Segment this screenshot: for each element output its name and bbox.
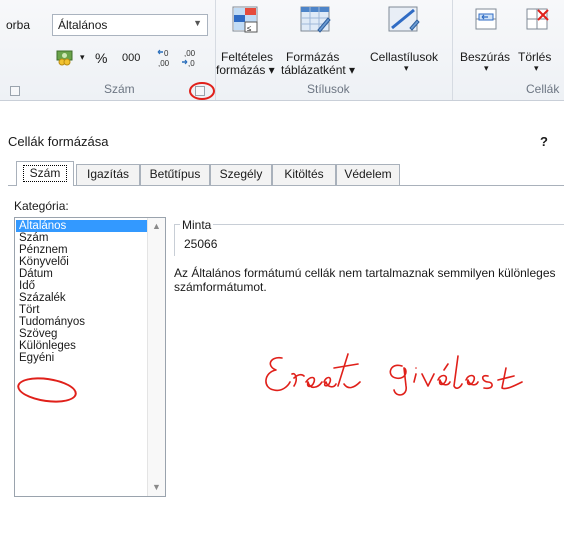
- category-item-special[interactable]: Különleges: [16, 340, 147, 352]
- sample-label: Minta: [180, 218, 214, 232]
- tab-font[interactable]: Betűtípus: [140, 164, 210, 185]
- format-as-table-label-2[interactable]: táblázatként ▾: [281, 63, 355, 77]
- chevron-down-icon: ▼: [193, 18, 202, 28]
- category-item-fraction[interactable]: Tört: [16, 304, 147, 316]
- chevron-down-icon[interactable]: ▾: [484, 63, 489, 74]
- dialog-launcher-icon[interactable]: [10, 86, 20, 96]
- cell-styles-icon[interactable]: [388, 6, 420, 39]
- tab-strip-border: [8, 185, 564, 186]
- category-item-number[interactable]: Szám: [16, 232, 147, 244]
- tab-protection[interactable]: Védelem: [336, 164, 400, 185]
- tab-label: Betűtípus: [149, 167, 201, 181]
- conditional-formatting-icon[interactable]: ≤: [232, 6, 262, 39]
- category-item-percentage[interactable]: Százalék: [16, 292, 147, 304]
- format-description: Az Általános formátumú cellák nem tartal…: [174, 266, 556, 294]
- tab-border[interactable]: Szegély: [210, 164, 272, 185]
- number-format-combo[interactable]: Általános ▼: [52, 14, 208, 36]
- sample-group: [174, 224, 564, 256]
- category-item-accounting[interactable]: Könyvelői: [16, 256, 147, 268]
- group-label-cells: Cellák: [526, 82, 560, 96]
- thousands-separator-button[interactable]: 000: [122, 52, 140, 64]
- chevron-up-icon[interactable]: ▲: [148, 218, 165, 235]
- svg-text:,00: ,00: [184, 49, 196, 58]
- insert-button[interactable]: Beszúrás: [460, 50, 510, 64]
- percent-style-button[interactable]: %: [95, 50, 107, 66]
- annotation-circle-launcher: [189, 82, 215, 100]
- tab-label: Igazítás: [86, 167, 130, 181]
- chevron-down-icon[interactable]: ▾: [534, 63, 539, 74]
- handwritten-annotation: [265, 353, 523, 396]
- decrease-decimal-icon[interactable]: ,00 ,0: [180, 48, 202, 71]
- sample-value: 25066: [184, 237, 218, 251]
- group-separator: [215, 0, 216, 100]
- category-item-time[interactable]: Idő: [16, 280, 147, 292]
- chevron-down-icon[interactable]: ▾: [80, 52, 85, 63]
- dialog-title: Cellák formázása: [8, 134, 109, 149]
- category-item-custom[interactable]: Egyéni: [16, 352, 147, 364]
- category-label: Kategória:: [14, 199, 69, 213]
- partial-label: orba: [6, 18, 31, 32]
- tab-fill[interactable]: Kitöltés: [272, 164, 336, 185]
- category-list[interactable]: Általános Szám Pénznem Könyvelői Dátum I…: [14, 217, 166, 497]
- category-item-text[interactable]: Szöveg: [16, 328, 147, 340]
- conditional-formatting-label-2[interactable]: formázás ▾: [216, 63, 275, 77]
- number-format-value: Általános: [58, 18, 108, 32]
- tab-label: Szám: [22, 165, 68, 182]
- cell-styles-button[interactable]: Cellastílusok: [370, 50, 438, 64]
- svg-text:,0: ,0: [188, 59, 195, 68]
- group-separator: [452, 0, 453, 100]
- tab-alignment[interactable]: Igazítás: [76, 164, 140, 185]
- format-as-table-label-1[interactable]: Formázás: [286, 50, 339, 64]
- svg-text:≤: ≤: [247, 24, 252, 33]
- insert-cells-icon[interactable]: [475, 8, 501, 37]
- category-item-date[interactable]: Dátum: [16, 268, 147, 280]
- accounting-format-icon[interactable]: [56, 48, 76, 69]
- svg-text:,00: ,00: [158, 59, 170, 68]
- help-button[interactable]: ?: [540, 134, 548, 149]
- format-as-table-icon[interactable]: [300, 6, 332, 39]
- tab-number[interactable]: Szám: [16, 161, 74, 186]
- category-item-scientific[interactable]: Tudományos: [16, 316, 147, 328]
- group-label-styles: Stílusok: [307, 82, 350, 96]
- category-item-currency[interactable]: Pénznem: [16, 244, 147, 256]
- group-label-number: Szám: [104, 82, 135, 96]
- category-scrollbar[interactable]: ▲ ▼: [147, 218, 165, 496]
- svg-text:0: 0: [164, 49, 169, 58]
- increase-decimal-icon[interactable]: 0 ,00: [156, 48, 178, 71]
- chevron-down-icon[interactable]: ▼: [148, 479, 165, 496]
- tab-label: Kitöltés: [284, 167, 324, 181]
- tab-label: Védelem: [344, 167, 392, 181]
- chevron-down-icon[interactable]: ▾: [404, 63, 409, 74]
- ribbon: orba Általános ▼ ▾ % 000 0 ,00 ,00 ,0 Sz…: [0, 0, 564, 101]
- conditional-formatting-label-1[interactable]: Feltételes: [221, 50, 273, 64]
- tab-label: Szegély: [219, 167, 263, 181]
- category-item-general[interactable]: Általános: [16, 220, 147, 232]
- delete-cells-icon[interactable]: [526, 8, 552, 37]
- delete-button[interactable]: Törlés: [518, 50, 551, 64]
